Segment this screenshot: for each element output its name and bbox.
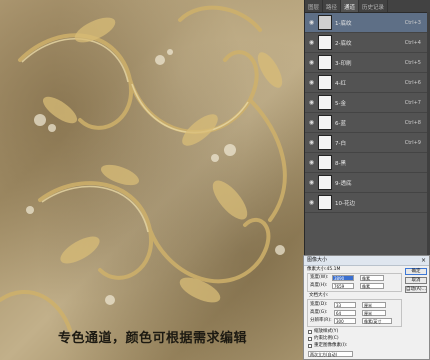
channel-shortcut: Ctrl+5 <box>404 59 421 66</box>
doc-width-input[interactable]: 33 <box>334 302 356 308</box>
eye-icon[interactable]: ◉ <box>307 119 316 126</box>
eye-icon[interactable]: ◉ <box>307 99 316 106</box>
channel-name: 10-花边 <box>335 200 355 207</box>
eye-icon[interactable]: ◉ <box>307 59 316 66</box>
channel-row[interactable]: ◉ 4-红 Ctrl+6 <box>305 73 430 93</box>
eye-icon[interactable]: ◉ <box>307 79 316 86</box>
channel-thumbnail <box>318 195 332 210</box>
resolution-unit-select[interactable]: 像素/英寸 <box>362 318 392 324</box>
channel-name: 6-蓝 <box>335 120 346 127</box>
eye-icon[interactable]: ◉ <box>307 19 316 26</box>
resolution-label: 分辨率(R): <box>310 318 332 323</box>
channel-thumbnail <box>318 35 332 50</box>
doc-width-unit-select[interactable]: 厘米 <box>362 302 386 308</box>
ok-button[interactable]: 确定 <box>405 268 427 275</box>
damask-ornament <box>0 5 287 332</box>
tab-channels[interactable]: 通道 <box>341 0 360 12</box>
channel-row[interactable]: ◉ 6-蓝 Ctrl+8 <box>305 113 430 133</box>
channel-name: 1-底纹 <box>335 20 352 27</box>
channel-thumbnail <box>318 155 332 170</box>
close-icon[interactable]: × <box>421 256 426 265</box>
dialog-title: 图像大小 <box>304 256 429 266</box>
cancel-button[interactable]: 取消 <box>405 277 427 284</box>
auto-button[interactable]: 自动(A)... <box>405 286 427 293</box>
channel-thumbnail <box>318 135 332 150</box>
channel-thumbnail <box>318 15 332 30</box>
eye-icon[interactable]: ◉ <box>307 159 316 166</box>
channel-row[interactable]: ◉ 8-黑 <box>305 153 430 173</box>
channel-shortcut: Ctrl+4 <box>404 39 421 46</box>
channel-name: 9-透底 <box>335 180 352 187</box>
channel-name: 3-印刷 <box>335 60 352 67</box>
height-label: 高度(H): <box>310 283 328 288</box>
channel-shortcut: Ctrl+8 <box>404 119 421 126</box>
channel-shortcut: Ctrl+6 <box>404 79 421 86</box>
resample-checkbox[interactable] <box>308 344 312 348</box>
image-size-dialog: 图像大小 × 像素大小:45.1M 宽度(W): 3890 像素 高度(H): … <box>303 255 430 360</box>
resolution-input[interactable]: 300 <box>334 318 356 324</box>
channel-row[interactable]: ◉ 9-透底 <box>305 173 430 193</box>
channel-shortcut: Ctrl+7 <box>404 99 421 106</box>
width-input[interactable]: 3890 <box>332 275 354 281</box>
channel-thumbnail <box>318 75 332 90</box>
eye-icon[interactable]: ◉ <box>307 139 316 146</box>
eye-icon[interactable]: ◉ <box>307 39 316 46</box>
channel-shortcut: Ctrl+3 <box>404 19 421 26</box>
tab-layers[interactable]: 图层 <box>305 0 324 12</box>
artwork-canvas: 专色通道，颜色可根据需求编辑 <box>0 0 304 360</box>
tab-history[interactable]: 历史记录 <box>359 0 389 12</box>
eye-icon[interactable]: ◉ <box>307 199 316 206</box>
doc-width-label: 宽度(D): <box>310 302 328 307</box>
panel-tabs: 图层 路径 通道 历史记录 <box>305 0 430 13</box>
eye-icon[interactable]: ◉ <box>307 179 316 186</box>
channel-name: 7-白 <box>335 140 346 147</box>
channel-thumbnail <box>318 175 332 190</box>
scale-styles-checkbox[interactable] <box>308 330 312 334</box>
channel-thumbnail <box>318 95 332 110</box>
channel-thumbnail <box>318 115 332 130</box>
channel-row[interactable]: ◉ 2-底纹 Ctrl+4 <box>305 33 430 53</box>
scale-styles-label: 缩放样式(Y) <box>314 329 339 334</box>
channel-row[interactable]: ◉ 1-底纹 Ctrl+3 <box>305 13 430 33</box>
channel-row[interactable]: ◉ 5-金 Ctrl+7 <box>305 93 430 113</box>
resample-label: 重定图像像素(I): <box>314 343 348 348</box>
resample-method-select[interactable]: 两次立方(自动) <box>308 351 353 357</box>
channel-shortcut: Ctrl+9 <box>404 139 421 146</box>
canvas-caption: 专色通道，颜色可根据需求编辑 <box>58 331 248 346</box>
channel-name: 8-黑 <box>335 160 346 167</box>
channel-name: 5-金 <box>335 100 346 107</box>
channel-name: 2-底纹 <box>335 40 352 47</box>
channels-panel: 图层 路径 通道 历史记录 ◉ 1-底纹 Ctrl+3 ◉ 2-底纹 Ctrl+… <box>304 0 430 255</box>
channel-name: 4-红 <box>335 80 346 87</box>
width-unit-select[interactable]: 像素 <box>360 275 384 281</box>
doc-height-unit-select[interactable]: 厘米 <box>362 310 386 316</box>
channel-row[interactable]: ◉ 10-花边 <box>305 193 430 213</box>
channel-row[interactable]: ◉ 3-印刷 Ctrl+5 <box>305 53 430 73</box>
constrain-label: 约束比例(C) <box>314 336 339 341</box>
doc-height-label: 高度(G): <box>310 310 328 315</box>
doc-height-input[interactable]: 64 <box>334 310 356 316</box>
channel-row[interactable]: ◉ 7-白 Ctrl+9 <box>305 133 430 153</box>
height-input[interactable]: 7659 <box>332 283 354 289</box>
width-label: 宽度(W): <box>310 275 329 280</box>
constrain-checkbox[interactable] <box>308 337 312 341</box>
channel-thumbnail <box>318 55 332 70</box>
tab-paths[interactable]: 路径 <box>323 0 342 12</box>
height-unit-select[interactable]: 像素 <box>360 283 384 289</box>
